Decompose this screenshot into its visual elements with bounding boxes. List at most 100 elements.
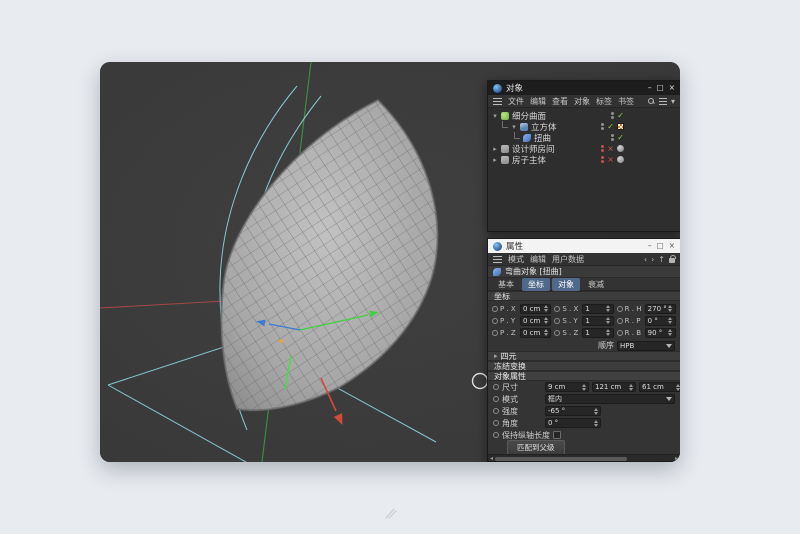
spinner[interactable] bbox=[543, 329, 548, 336]
keyframe-circle[interactable] bbox=[617, 306, 623, 312]
disabled-cross-icon[interactable]: × bbox=[607, 156, 614, 164]
nav-up-icon[interactable]: ↑ bbox=[658, 255, 665, 264]
spinner[interactable] bbox=[675, 384, 680, 391]
keyframe-circle[interactable] bbox=[554, 330, 560, 336]
menu-userdata[interactable]: 用户数据 bbox=[552, 254, 584, 265]
horizontal-scrollbar[interactable]: ◂ ▸ bbox=[488, 454, 680, 462]
minimize-icon[interactable]: – bbox=[648, 84, 652, 92]
attribute-manager-titlebar[interactable]: 属性 – □ × bbox=[488, 239, 680, 253]
menu-objects[interactable]: 对象 bbox=[574, 96, 590, 107]
angle-field[interactable]: 0 ° bbox=[545, 418, 601, 428]
tab-falloff[interactable]: 衰减 bbox=[582, 278, 610, 291]
keyframe-circle[interactable] bbox=[617, 330, 623, 336]
menu-mode[interactable]: 模式 bbox=[508, 254, 524, 265]
filter-icon[interactable] bbox=[659, 98, 667, 105]
keyframe-circle[interactable] bbox=[493, 432, 499, 438]
p-z-field[interactable]: 0 cm bbox=[520, 328, 551, 338]
visibility-dots-off[interactable] bbox=[601, 156, 604, 163]
r-b-field[interactable]: 90 ° bbox=[645, 328, 676, 338]
panel-caret-icon[interactable]: ▾ bbox=[671, 97, 675, 106]
enabled-check-icon[interactable]: ✓ bbox=[617, 134, 624, 142]
spinner[interactable] bbox=[606, 305, 611, 312]
menu-view[interactable]: 查看 bbox=[552, 96, 568, 107]
hamburger-icon[interactable] bbox=[493, 98, 502, 105]
hamburger-icon[interactable] bbox=[493, 256, 502, 263]
mode-dropdown[interactable]: 框内 bbox=[545, 394, 675, 404]
lock-icon[interactable] bbox=[669, 258, 675, 263]
caret-down-icon[interactable]: ▾ bbox=[492, 112, 498, 120]
visibility-dots[interactable] bbox=[611, 134, 614, 141]
keep-length-checkbox[interactable] bbox=[553, 431, 561, 439]
spinner[interactable] bbox=[593, 420, 598, 427]
spinner[interactable] bbox=[668, 305, 673, 312]
p-x-field[interactable]: 0 cm bbox=[520, 304, 551, 314]
tab-coordinates[interactable]: 坐标 bbox=[522, 278, 550, 291]
s-x-field[interactable]: 1 bbox=[582, 304, 613, 314]
tree-row-house-body[interactable]: ▸ 房子主体 × bbox=[488, 154, 680, 165]
caret-right-icon[interactable]: ▸ bbox=[492, 156, 498, 164]
keyframe-circle[interactable] bbox=[554, 306, 560, 312]
visibility-dots-off[interactable] bbox=[601, 145, 604, 152]
menu-edit[interactable]: 编辑 bbox=[530, 96, 546, 107]
nav-back-icon[interactable]: ‹ bbox=[644, 255, 647, 264]
spinner[interactable] bbox=[668, 329, 673, 336]
visibility-dots[interactable] bbox=[601, 123, 604, 130]
disabled-cross-icon[interactable]: × bbox=[607, 145, 614, 153]
size-y-field[interactable]: 121 cm bbox=[592, 382, 636, 392]
spinner[interactable] bbox=[668, 317, 673, 324]
quaternion-group[interactable]: ▸ 四元 bbox=[488, 351, 680, 361]
spinner[interactable] bbox=[628, 384, 633, 391]
scrollbar-thumb[interactable] bbox=[495, 457, 627, 461]
nav-forward-icon[interactable]: › bbox=[651, 255, 654, 264]
spinner[interactable] bbox=[543, 305, 548, 312]
size-x-field[interactable]: 9 cm bbox=[545, 382, 589, 392]
keyframe-circle[interactable] bbox=[493, 420, 499, 426]
enabled-check-icon[interactable]: ✓ bbox=[617, 112, 624, 120]
spinner[interactable] bbox=[606, 317, 611, 324]
scroll-right-icon[interactable]: ▸ bbox=[675, 456, 678, 462]
fit-to-parent-button[interactable]: 匹配到父级 bbox=[507, 440, 565, 455]
caret-right-icon[interactable]: ▸ bbox=[494, 352, 498, 360]
freeze-transform-group[interactable]: 冻结变换 bbox=[488, 361, 680, 371]
spinner[interactable] bbox=[543, 317, 548, 324]
keyframe-circle[interactable] bbox=[554, 318, 560, 324]
scroll-left-icon[interactable]: ◂ bbox=[490, 456, 493, 462]
tab-object[interactable]: 对象 bbox=[552, 278, 580, 291]
display-tag-icon[interactable] bbox=[617, 156, 624, 163]
keyframe-circle[interactable] bbox=[617, 318, 623, 324]
close-icon[interactable]: × bbox=[669, 84, 675, 92]
p-y-field[interactable]: 0 cm bbox=[520, 316, 551, 326]
object-properties-section-header[interactable]: 对象属性 bbox=[488, 371, 680, 381]
menu-file[interactable]: 文件 bbox=[508, 96, 524, 107]
menu-bookmarks[interactable]: 书签 bbox=[618, 96, 634, 107]
object-manager-titlebar[interactable]: 对象 – □ × bbox=[488, 81, 680, 95]
caret-down-icon[interactable]: ▾ bbox=[511, 123, 517, 131]
strength-field[interactable]: -65 ° bbox=[545, 406, 601, 416]
tree-row-bend[interactable]: 扭曲 ✓ bbox=[488, 132, 680, 143]
tree-row-cube[interactable]: ▾ 立方体 ✓ bbox=[488, 121, 680, 132]
r-p-field[interactable]: 0 ° bbox=[645, 316, 676, 326]
tree-row-designer-room[interactable]: ▸ 设计师房间 × bbox=[488, 143, 680, 154]
maximize-icon[interactable]: □ bbox=[657, 84, 664, 92]
minimize-icon[interactable]: – bbox=[648, 242, 652, 250]
caret-right-icon[interactable]: ▸ bbox=[492, 145, 498, 153]
close-icon[interactable]: × bbox=[669, 242, 675, 250]
coordinates-section-header[interactable]: 坐标 bbox=[488, 291, 680, 301]
keyframe-circle[interactable] bbox=[493, 396, 499, 402]
spinner[interactable] bbox=[606, 329, 611, 336]
keyframe-circle[interactable] bbox=[492, 306, 498, 312]
keyframe-circle[interactable] bbox=[492, 318, 498, 324]
r-h-field[interactable]: 270 ° bbox=[645, 304, 676, 314]
maximize-icon[interactable]: □ bbox=[657, 242, 664, 250]
display-tag-icon[interactable] bbox=[617, 145, 624, 152]
keyframe-circle[interactable] bbox=[492, 330, 498, 336]
keyframe-circle[interactable] bbox=[493, 408, 499, 414]
spinner[interactable] bbox=[581, 384, 586, 391]
object-name[interactable]: 房子主体 bbox=[512, 154, 546, 166]
texture-tag-icon[interactable] bbox=[617, 123, 624, 130]
keyframe-circle[interactable] bbox=[493, 384, 499, 390]
s-z-field[interactable]: 1 bbox=[582, 328, 613, 338]
menu-edit[interactable]: 编辑 bbox=[530, 254, 546, 265]
size-z-field[interactable]: 61 cm bbox=[639, 382, 680, 392]
deformer-handle-dot[interactable] bbox=[279, 339, 283, 343]
